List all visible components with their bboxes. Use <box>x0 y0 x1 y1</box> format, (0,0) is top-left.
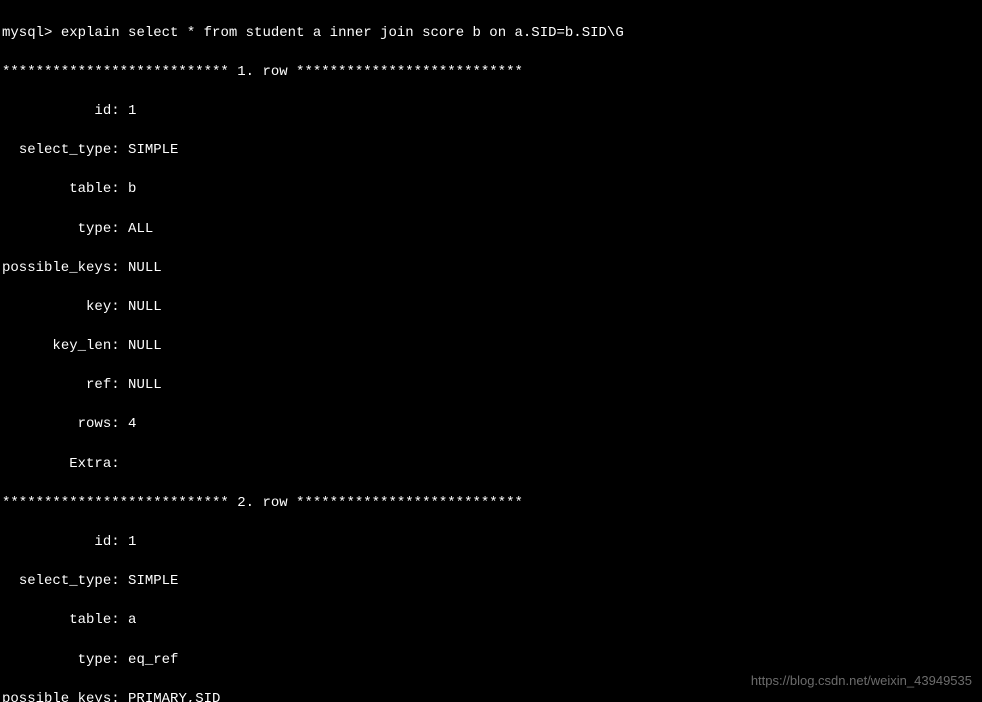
row-separator-2: *************************** 2. row *****… <box>2 494 980 514</box>
explain-row-1-ref: ref: NULL <box>2 376 980 396</box>
mysql-prompt: mysql> <box>2 25 52 41</box>
terminal-output: mysql> explain select * from student a i… <box>0 0 982 702</box>
explain-row-2-table: table: a <box>2 611 980 631</box>
explain-row-1-possible-keys: possible_keys: NULL <box>2 259 980 279</box>
explain-row-2-select-type: select_type: SIMPLE <box>2 572 980 592</box>
watermark-text: https://blog.csdn.net/weixin_43949535 <box>751 672 972 690</box>
row-separator-1: *************************** 1. row *****… <box>2 63 980 83</box>
explain-command: explain select * from student a inner jo… <box>61 25 624 41</box>
explain-row-2-possible-keys: possible_keys: PRIMARY,SID <box>2 690 980 702</box>
explain-row-1-rows: rows: 4 <box>2 415 980 435</box>
explain-row-1-key: key: NULL <box>2 298 980 318</box>
explain-row-1-key-len: key_len: NULL <box>2 337 980 357</box>
explain-row-1-select-type: select_type: SIMPLE <box>2 141 980 161</box>
explain-row-1-id: id: 1 <box>2 102 980 122</box>
explain-row-1-extra: Extra: <box>2 455 980 475</box>
explain-row-2-id: id: 1 <box>2 533 980 553</box>
explain-row-1-table: table: b <box>2 180 980 200</box>
command-line-1[interactable]: mysql> explain select * from student a i… <box>2 24 980 44</box>
explain-row-2-type: type: eq_ref <box>2 651 980 671</box>
explain-row-1-type: type: ALL <box>2 220 980 240</box>
